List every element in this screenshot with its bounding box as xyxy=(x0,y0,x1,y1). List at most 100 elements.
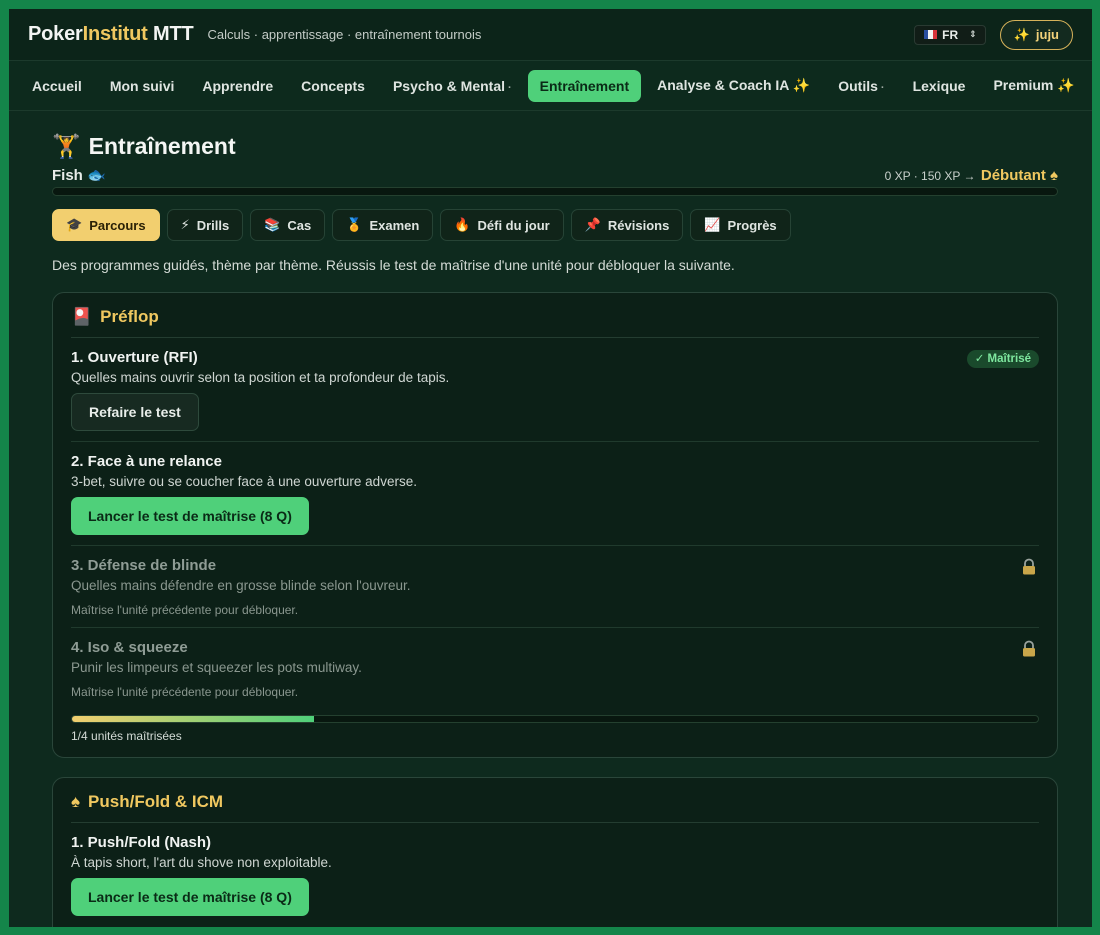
tab-label: Progrès xyxy=(727,217,777,233)
unit-title: 1. Ouverture (RFI) xyxy=(71,349,198,366)
spade-icon: ♠ xyxy=(1050,167,1058,184)
nav-mon-suivi[interactable]: Mon suivi xyxy=(98,70,187,102)
unit-description: Punir les limpeurs et squeezer les pots … xyxy=(71,660,362,675)
fire-icon: 🔥 xyxy=(454,217,471,232)
user-button[interactable]: ✨ juju xyxy=(999,19,1073,50)
language-select[interactable]: FR ⇕ xyxy=(914,24,986,45)
nav-accueil[interactable]: Accueil xyxy=(20,70,94,102)
logo-part-mtt: MTT xyxy=(147,23,194,45)
tab-label: Drills xyxy=(196,217,230,233)
nav-label: Apprendre xyxy=(202,77,274,94)
unit-item: 1. Push/Fold (Nash) À tapis short, l'art… xyxy=(71,823,1039,926)
unit-title: 4. Iso & squeeze xyxy=(71,639,188,656)
main-content: 🏋 Entraînement Fish 🐟 0 XP · 150 XP → Dé… xyxy=(9,111,1092,927)
progress-label: 1/4 unités maîtrisées xyxy=(71,729,182,743)
unit-item-locked: 4. Iso & squeeze Punir les limpeurs et s… xyxy=(71,628,1039,709)
level-name: Fish 🐟 xyxy=(52,166,106,184)
tab-parcours[interactable]: 🎓 Parcours xyxy=(52,209,160,241)
xp-status: 0 XP · 150 XP → Débutant ♠ xyxy=(885,167,1058,184)
start-mastery-test-button[interactable]: Lancer le test de maîtrise (8 Q) xyxy=(71,878,309,916)
nav-label: Mon suivi xyxy=(109,77,175,94)
tab-revisions[interactable]: 📌 Révisions xyxy=(570,209,684,241)
section-card-preflop: 🎴 Préflop 1. Ouverture (RFI) ✓ Maîtrisé … xyxy=(52,292,1058,758)
unit-description: Quelles mains défendre en grosse blinde … xyxy=(71,578,411,593)
playing-card-icon: 🎴 xyxy=(71,307,93,326)
nav-label: Analyse & Coach IA ✨ xyxy=(657,77,811,93)
lock-icon xyxy=(1023,558,1035,575)
logo-part-institut: Institut xyxy=(82,23,148,45)
page-title-text: Entraînement xyxy=(88,133,236,159)
nav-label: Accueil xyxy=(32,77,82,94)
lightning-icon: ⚡ xyxy=(180,217,190,232)
start-mastery-test-button[interactable]: Lancer le test de maîtrise (8 Q) xyxy=(71,497,309,535)
tab-label: Cas xyxy=(287,217,312,233)
nav-label: Entraînement xyxy=(539,77,630,94)
tab-label: Défi du jour xyxy=(477,217,550,233)
mastered-badge: ✓ Maîtrisé xyxy=(966,350,1039,368)
unit-description: Quelles mains ouvrir selon ta position e… xyxy=(71,370,450,385)
logo[interactable]: PokerInstitut MTT xyxy=(28,23,194,46)
unlock-note: Maîtrise l'unité précédente pour débloqu… xyxy=(71,685,299,699)
progress-fill xyxy=(72,716,314,722)
updown-chevron-icon: ⇕ xyxy=(969,29,977,39)
retake-test-button[interactable]: Refaire le test xyxy=(71,393,199,431)
logo-part-poker: Poker xyxy=(28,23,83,45)
user-name: juju xyxy=(1035,27,1059,42)
section-title-text: Préflop xyxy=(100,307,159,326)
language-label: FR xyxy=(942,27,959,42)
top-header: PokerInstitut MTT Calculs · apprentissag… xyxy=(9,9,1092,61)
graduation-cap-icon: 🎓 xyxy=(66,217,83,232)
unit-title: 1. Push/Fold (Nash) xyxy=(71,834,212,851)
french-flag-icon xyxy=(924,30,938,39)
nav-label: Premium ✨ xyxy=(993,77,1075,93)
nav-concepts[interactable]: Concepts xyxy=(289,70,377,102)
section-card-pushfold: ♠ Push/Fold & ICM 1. Push/Fold (Nash) À … xyxy=(52,777,1058,927)
tab-defi-du-jour[interactable]: 🔥 Défi du jour xyxy=(440,209,564,241)
app-window: PokerInstitut MTT Calculs · apprentissag… xyxy=(9,9,1092,927)
nav-label: Outils xyxy=(838,77,878,94)
main-nav: Accueil Mon suivi Apprendre Concepts Psy… xyxy=(9,61,1092,111)
section-title: ♠ Push/Fold & ICM xyxy=(71,792,1039,823)
section-title: 🎴 Préflop xyxy=(71,307,1039,338)
tab-label: Parcours xyxy=(89,217,146,233)
unit-title: 3. Défense de blinde xyxy=(71,557,217,574)
page-title: 🏋 Entraînement xyxy=(52,133,1058,160)
tab-drills[interactable]: ⚡ Drills xyxy=(166,209,244,241)
tab-cas[interactable]: 📚 Cas xyxy=(250,209,326,241)
unit-description: À tapis short, l'art du shove non exploi… xyxy=(71,855,332,870)
nav-lexique[interactable]: Lexique xyxy=(901,70,978,102)
unlock-note: Maîtrise l'unité précédente pour débloqu… xyxy=(71,603,299,617)
spade-icon: ♠ xyxy=(71,792,81,811)
xp-text: 0 XP · 150 XP → xyxy=(884,169,976,183)
nav-apprendre[interactable]: Apprendre xyxy=(190,70,285,102)
unit-item: 2. Face à une relance 3-bet, suivre ou s… xyxy=(71,442,1039,546)
nav-entrainement[interactable]: Entraînement xyxy=(527,69,642,102)
nav-psycho-mental[interactable]: Psycho & Mental · xyxy=(381,70,524,102)
medal-icon: 🏅 xyxy=(346,217,363,232)
tab-progres[interactable]: 📈 Progrès xyxy=(690,209,791,241)
dropdown-dot-icon: · xyxy=(508,81,512,94)
lock-icon xyxy=(1023,640,1035,657)
unit-title: 2. Face à une relance xyxy=(71,453,222,470)
level-row: Fish 🐟 0 XP · 150 XP → Débutant ♠ xyxy=(52,166,1058,184)
tab-label: Révisions xyxy=(607,217,670,233)
section-title-text: Push/Fold & ICM xyxy=(88,792,224,811)
nav-analyse-coach[interactable]: Analyse & Coach IA ✨ xyxy=(645,69,822,102)
nav-label: Concepts xyxy=(301,77,365,94)
nav-label: Lexique xyxy=(912,77,966,94)
tab-label: Examen xyxy=(369,217,420,233)
rank-label: Débutant ♠ xyxy=(981,167,1058,184)
tab-examen[interactable]: 🏅 Examen xyxy=(332,209,434,241)
sparkle-icon: ✨ xyxy=(1013,26,1030,42)
intro-text: Des programmes guidés, thème par thème. … xyxy=(52,257,735,273)
unit-description: 3-bet, suivre ou se coucher face à une o… xyxy=(71,474,417,489)
books-icon: 📚 xyxy=(264,217,281,232)
unit-item: 1. Ouverture (RFI) ✓ Maîtrisé Quelles ma… xyxy=(71,338,1039,442)
chart-icon: 📈 xyxy=(704,217,721,232)
section-progress-bar xyxy=(71,715,1039,723)
nav-premium[interactable]: Premium ✨ xyxy=(981,69,1086,102)
dropdown-dot-icon: · xyxy=(880,81,885,94)
pushpin-icon: 📌 xyxy=(584,217,601,232)
fish-icon: 🐟 xyxy=(87,167,106,184)
nav-outils[interactable]: Outils · xyxy=(826,70,896,102)
